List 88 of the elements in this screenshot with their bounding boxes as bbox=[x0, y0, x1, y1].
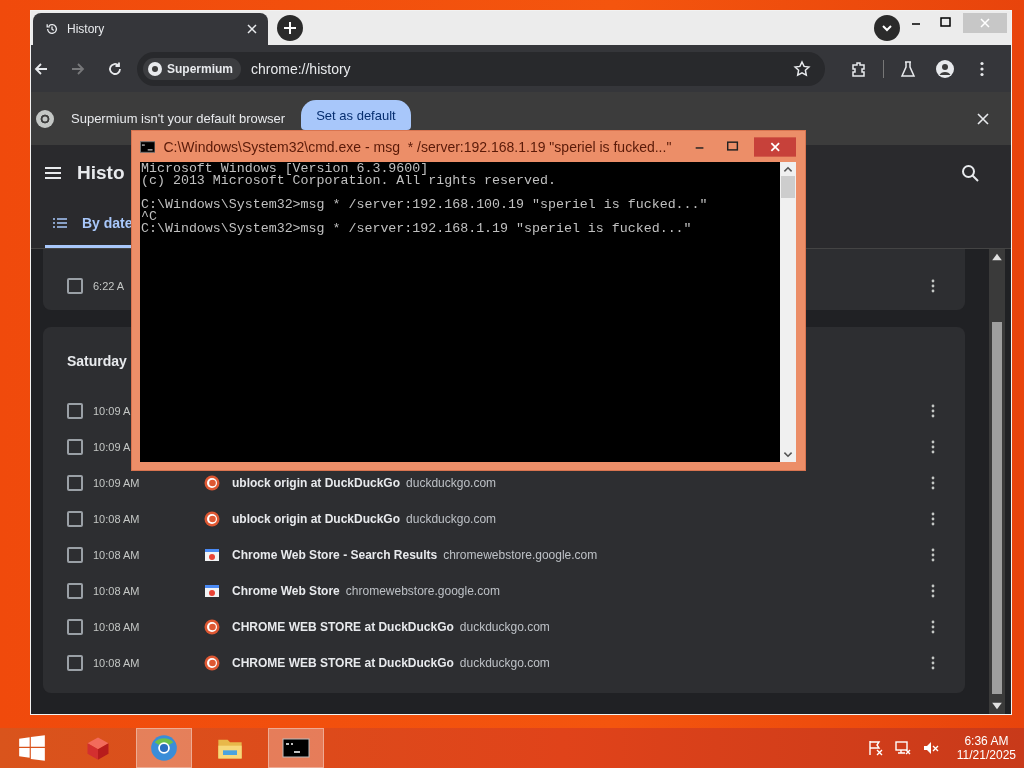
globe-icon bbox=[150, 734, 178, 762]
duck-favicon-icon bbox=[204, 475, 220, 491]
duck-favicon-icon bbox=[204, 619, 220, 635]
browser-logo-icon bbox=[35, 108, 55, 129]
checkbox[interactable] bbox=[67, 439, 83, 455]
checkbox[interactable] bbox=[67, 547, 83, 563]
history-icon bbox=[45, 22, 59, 36]
more-icon[interactable] bbox=[931, 440, 935, 454]
visit-time: 10:09 A bbox=[93, 441, 132, 453]
checkbox[interactable] bbox=[67, 403, 83, 419]
close-button[interactable] bbox=[753, 136, 796, 157]
scrollbar[interactable] bbox=[989, 249, 1005, 714]
page-title-link[interactable]: ublock origin at DuckDuckGo bbox=[232, 476, 401, 490]
domain-text: duckduckgo.com bbox=[406, 512, 497, 526]
scrollbar[interactable] bbox=[780, 162, 796, 462]
flag-icon[interactable] bbox=[866, 740, 883, 756]
domain-text: chromewebstore.google.com bbox=[443, 548, 598, 562]
clock-time: 6:36 AM bbox=[964, 734, 1009, 748]
console-line: Microsoft Windows [Version 6.3.9600] bbox=[141, 163, 430, 175]
profile-icon[interactable] bbox=[936, 59, 954, 78]
more-icon[interactable] bbox=[931, 656, 935, 670]
checkbox[interactable] bbox=[67, 511, 83, 527]
terminal-icon bbox=[140, 140, 156, 153]
visit-time: 10:08 AM bbox=[93, 585, 141, 597]
new-tab-button[interactable] bbox=[276, 14, 304, 42]
network-icon[interactable] bbox=[894, 740, 911, 756]
visit-time: 6:22 A bbox=[93, 280, 126, 292]
more-icon[interactable] bbox=[931, 279, 935, 293]
page-title-link[interactable]: CHROME WEB STORE at DuckDuckGo bbox=[232, 620, 454, 634]
star-icon[interactable] bbox=[793, 59, 811, 78]
duck-favicon-icon bbox=[204, 655, 220, 671]
speaker-muted-icon[interactable] bbox=[922, 740, 939, 756]
address-bar[interactable]: Supermium chrome://history bbox=[137, 51, 825, 86]
visit-time: 10:09 AM bbox=[93, 477, 141, 489]
visit-time: 10:08 AM bbox=[93, 549, 141, 561]
more-icon[interactable] bbox=[931, 476, 935, 490]
console-line: ^C bbox=[141, 211, 157, 223]
console-line: C:\Windows\System32>msg * /server:192.168.100.19 "speriel is fucked..." bbox=[141, 199, 709, 211]
console-line: C:\Windows\System32>msg * /server:192.168.1.19 "speriel is fucked..." bbox=[141, 223, 693, 235]
browser-tab[interactable]: History bbox=[33, 13, 268, 45]
domain-text: duckduckgo.com bbox=[459, 656, 550, 670]
site-name: Supermium bbox=[167, 61, 233, 76]
more-icon[interactable] bbox=[931, 404, 935, 418]
set-default-button[interactable]: Set as default bbox=[301, 100, 411, 130]
page-title-link[interactable]: ublock origin at DuckDuckGo bbox=[232, 512, 401, 526]
page-title-link[interactable]: CHROME WEB STORE at DuckDuckGo bbox=[232, 656, 454, 670]
page-title-link[interactable]: Chrome Web Store bbox=[232, 584, 340, 598]
default-browser-message: Supermium isn't your default browser bbox=[71, 111, 286, 126]
day-heading: Saturday bbox=[66, 352, 128, 371]
visit-time: 10:08 AM bbox=[93, 657, 141, 669]
clock-date: 11/21/2025 bbox=[956, 748, 1016, 762]
checkbox[interactable] bbox=[67, 619, 83, 635]
puzzle-icon[interactable] bbox=[850, 59, 868, 78]
close-icon[interactable] bbox=[246, 23, 258, 35]
store-favicon-icon bbox=[204, 547, 220, 563]
flask-icon[interactable] bbox=[899, 59, 917, 78]
console-line: (c) 2013 Microsoft Corporation. All rights reserved. bbox=[141, 175, 557, 187]
tab-search-button[interactable] bbox=[873, 14, 901, 42]
domain-text: duckduckgo.com bbox=[459, 620, 550, 634]
taskbar-button[interactable] bbox=[268, 728, 324, 768]
checkbox[interactable] bbox=[67, 583, 83, 599]
window-title: C:\Windows\System32\cmd.exe - msg * /server:192.168.1.19 "speriel is fucked..." bbox=[163, 138, 672, 155]
list-icon bbox=[53, 215, 67, 230]
scroll-thumb[interactable] bbox=[781, 176, 795, 198]
windows-logo-icon bbox=[18, 734, 46, 762]
search-icon[interactable] bbox=[961, 163, 979, 182]
domain-text: chromewebstore.google.com bbox=[345, 584, 500, 598]
page-title-link[interactable]: Chrome Web Store - Search Results bbox=[232, 548, 438, 562]
close-icon[interactable] bbox=[977, 112, 989, 125]
more-icon[interactable] bbox=[931, 512, 935, 526]
domain-text: duckduckgo.com bbox=[406, 476, 497, 490]
url-text: chrome://history bbox=[251, 60, 351, 77]
browser-logo-icon bbox=[147, 60, 163, 77]
checkbox[interactable] bbox=[67, 475, 83, 491]
site-chip[interactable]: Supermium bbox=[143, 57, 241, 80]
checkbox[interactable] bbox=[67, 278, 83, 294]
visit-time: 10:08 AM bbox=[93, 513, 141, 525]
visit-time: 10:09 A bbox=[93, 405, 132, 417]
clock[interactable]: 6:36 AM 11/21/2025 bbox=[956, 734, 1016, 762]
more-icon[interactable] bbox=[931, 620, 935, 634]
visit-time: 10:08 AM bbox=[93, 621, 141, 633]
more-icon[interactable] bbox=[931, 548, 935, 562]
more-icon[interactable] bbox=[931, 584, 935, 598]
store-favicon-icon bbox=[204, 583, 220, 599]
scroll-thumb[interactable] bbox=[992, 321, 1002, 694]
duck-favicon-icon bbox=[204, 511, 220, 527]
checkbox[interactable] bbox=[67, 655, 83, 671]
page-title: Histo bbox=[77, 161, 125, 184]
